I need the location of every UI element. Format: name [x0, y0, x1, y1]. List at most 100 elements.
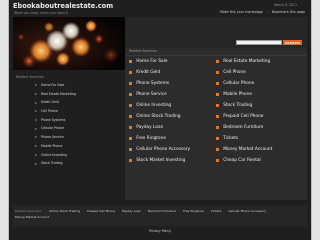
related-link[interactable]: Cellular Phone Accessory — [129, 144, 216, 155]
footer-link[interactable]: Free Ringtone — [183, 209, 204, 213]
footer: Related Searches: Online Stock Trading P… — [13, 206, 307, 226]
sidebar-item-label: Cellular Phone — [41, 126, 65, 131]
related-link[interactable]: Cheap Car Rental — [216, 155, 303, 166]
top-links: Make this your homepage | Bookmark this … — [220, 10, 305, 14]
header: Ebookaboutrealestate.com What you need, … — [9, 0, 311, 17]
related-link-label: Stock Market Investing — [136, 158, 186, 163]
sidebar-item-label: Mobile Phone — [41, 143, 63, 148]
related-link[interactable]: Stock Trading — [216, 100, 303, 111]
make-homepage-link[interactable]: Make this your homepage — [220, 10, 263, 14]
related-link-label: Payday Loan — [136, 125, 164, 130]
related-link-label: Free Ringtone — [136, 136, 166, 141]
sidebar-item[interactable]: Mobile Phone — [13, 142, 125, 151]
footer-link[interactable]: Bedroom Furniture — [148, 209, 176, 213]
related-link[interactable]: Mobile Phone — [216, 89, 303, 100]
related-link-label: Cellular Phone — [223, 81, 255, 86]
footer-link[interactable]: Cellular Phone Accessory — [228, 209, 266, 213]
sidebar-item[interactable]: Cell Phone — [13, 107, 125, 116]
related-link[interactable]: Prepaid Cell Phone — [216, 111, 303, 122]
arrow-bullet-icon — [35, 101, 37, 104]
sidebar-list: Home For Sale Real Estate Marketing Kred… — [13, 81, 125, 168]
sidebar-item-label: Home For Sale — [41, 83, 65, 87]
sidebar-item[interactable]: Stock Trading — [13, 159, 125, 168]
arrow-bullet-icon — [35, 136, 37, 139]
footer-links: Related Searches: Online Stock Trading P… — [13, 206, 307, 219]
sidebar-item-label: Cell Phone — [41, 109, 58, 114]
square-bullet-icon — [129, 125, 133, 130]
arrow-bullet-icon — [35, 110, 37, 113]
hero-bokeh-image — [13, 17, 125, 70]
sidebar-item-label: Stock Trading — [41, 161, 63, 166]
related-link[interactable]: Payday Loan — [129, 122, 216, 133]
sidebar-item-label: Real Estate Marketing — [41, 91, 76, 96]
related-link[interactable]: Tickets — [216, 133, 303, 144]
footer-link[interactable]: Online Stock Trading — [49, 209, 80, 213]
divider: | — [266, 9, 268, 14]
related-link[interactable]: Home For Sale — [129, 56, 216, 67]
sidebar-item[interactable]: Real Estate Marketing — [13, 90, 125, 99]
square-bullet-icon — [216, 59, 220, 64]
sidebar-heading: Related Searches — [16, 75, 44, 79]
square-bullet-icon — [129, 114, 133, 119]
related-link-label: Bedroom Furniture — [223, 125, 264, 130]
related-link[interactable]: Cell Phone — [216, 67, 303, 78]
sidebar-item[interactable]: Phone Systems — [13, 116, 125, 125]
footer-label: Related Searches: — [15, 209, 43, 213]
sidebar-item-label: Kredit Geld — [41, 100, 59, 105]
square-bullet-icon — [216, 92, 220, 97]
square-bullet-icon — [216, 70, 220, 75]
related-link-label: Tickets — [223, 136, 239, 141]
search-button[interactable]: SEARCH — [283, 40, 302, 45]
footer-link[interactable]: Money Market Account — [15, 215, 49, 219]
related-link[interactable]: Online Stock Trading — [129, 111, 216, 122]
privacy-policy-link[interactable]: Privacy Policy — [9, 229, 311, 233]
related-link[interactable]: Free Ringtone — [129, 133, 216, 144]
square-bullet-icon — [216, 103, 220, 108]
square-bullet-icon — [216, 136, 220, 141]
sidebar-item[interactable]: Cellular Phone — [13, 124, 125, 133]
related-link[interactable]: Cellular Phone — [216, 78, 303, 89]
sidebar-item[interactable]: Kredit Geld — [13, 98, 125, 107]
sidebar-item[interactable]: Phone Service — [13, 133, 125, 142]
related-link[interactable]: Online Investing — [129, 100, 216, 111]
square-bullet-icon — [216, 114, 220, 119]
arrow-bullet-icon — [35, 145, 37, 148]
related-link[interactable]: Phone Service — [129, 89, 216, 100]
square-bullet-icon — [216, 158, 220, 163]
related-link-label: Money Market Account — [223, 147, 273, 152]
bookmark-link[interactable]: Bookmark this page — [272, 10, 305, 14]
related-link[interactable]: Phone Systems — [129, 78, 216, 89]
related-link-label: Cellular Phone Accessory — [136, 147, 191, 152]
related-link[interactable]: Kredit Geld — [129, 67, 216, 78]
related-links-grid: Home For Sale Real Estate Marketing Kred… — [125, 56, 307, 166]
related-link-label: Home For Sale — [136, 59, 168, 64]
square-bullet-icon — [129, 92, 133, 97]
sidebar-item[interactable]: Home For Sale — [13, 81, 125, 90]
arrow-bullet-icon — [35, 119, 37, 122]
search-input[interactable] — [236, 40, 282, 45]
related-link[interactable]: Real Estate Marketing — [216, 56, 303, 67]
sidebar-item[interactable]: Online Investing — [13, 151, 125, 160]
square-bullet-icon — [129, 158, 133, 163]
related-link-label: Prepaid Cell Phone — [223, 114, 264, 119]
related-link-label: Online Stock Trading — [136, 114, 181, 119]
related-link-label: Cheap Car Rental — [223, 158, 261, 163]
sidebar: Related Searches Home For Sale Real Esta… — [13, 74, 125, 168]
sidebar-item-label: Online Investing — [41, 152, 67, 157]
footer-link[interactable]: Prepaid Cell Phone — [87, 209, 115, 213]
footer-link[interactable]: Payday Loan — [122, 209, 141, 213]
arrow-bullet-icon — [35, 127, 37, 130]
related-link[interactable]: Bedroom Furniture — [216, 122, 303, 133]
square-bullet-icon — [216, 147, 220, 152]
square-bullet-icon — [216, 81, 220, 86]
related-link-label: Stock Trading — [223, 103, 253, 108]
related-link-label: Mobile Phone — [223, 92, 252, 97]
related-link[interactable]: Money Market Account — [216, 144, 303, 155]
square-bullet-icon — [216, 125, 220, 130]
square-bullet-icon — [129, 59, 133, 64]
related-link[interactable]: Stock Market Investing — [129, 155, 216, 166]
site-title[interactable]: Ebookaboutrealestate.com — [13, 2, 113, 10]
square-bullet-icon — [129, 136, 133, 141]
footer-link[interactable]: Tickets — [211, 209, 221, 213]
related-link-label: Phone Service — [136, 92, 167, 97]
